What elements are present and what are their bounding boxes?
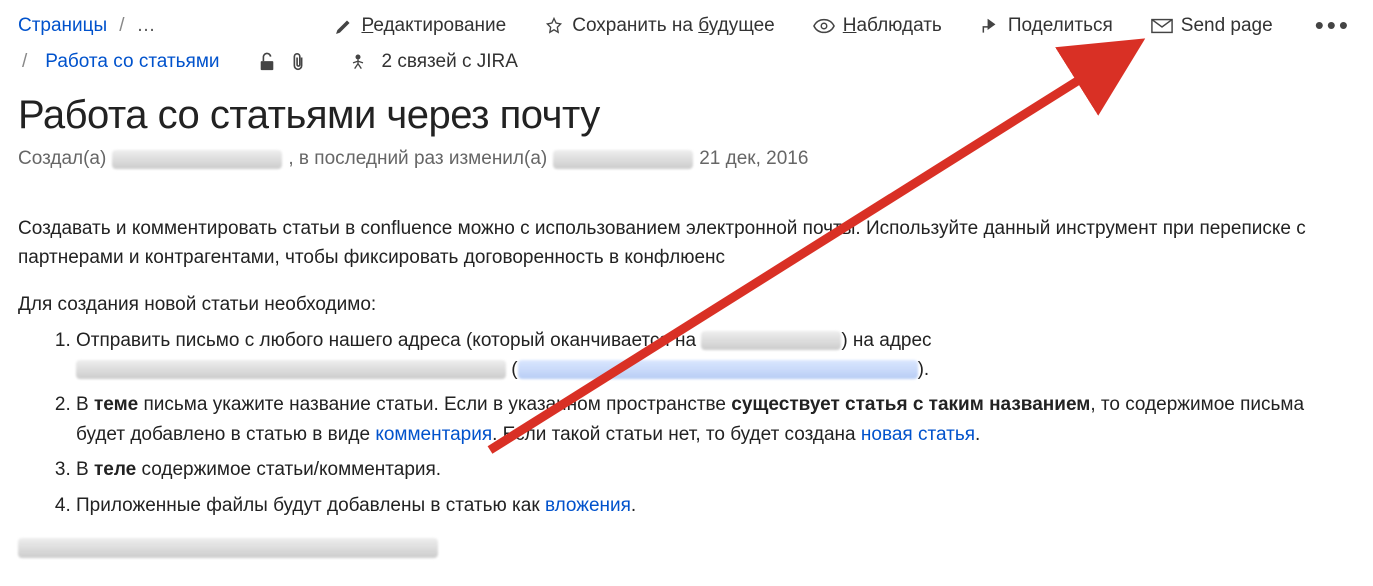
- page-actions: Редактирование Сохранить на будущее Набл…: [335, 10, 1355, 41]
- breadcrumb-sep-2: /: [18, 51, 31, 73]
- send-label: Send page: [1181, 15, 1273, 37]
- byline-created-label: Создал(а): [18, 148, 106, 170]
- breadcrumb-ellipsis[interactable]: …: [136, 15, 155, 37]
- byline-date: 21 дек, 2016: [699, 148, 808, 170]
- watch-button[interactable]: Наблюдать: [813, 15, 942, 37]
- eye-icon: [813, 17, 835, 35]
- intro-paragraph: Создавать и комментировать статьи в conf…: [18, 215, 1355, 272]
- jira-icon: [348, 52, 368, 72]
- edit-label: Редактирование: [361, 15, 506, 37]
- steps-list: Отправить письмо с любого нашего адреса …: [18, 326, 1355, 521]
- list-item: В теле содержимое статьи/комментария.: [76, 455, 1355, 484]
- redacted-domain: [701, 331, 841, 350]
- share-button[interactable]: Поделиться: [980, 15, 1113, 37]
- page-body: Создавать и комментировать статьи в conf…: [0, 172, 1373, 572]
- save-label: Сохранить на будущее: [572, 15, 775, 37]
- breadcrumb-sep: /: [115, 15, 128, 37]
- attachments-link[interactable]: вложения: [545, 495, 631, 516]
- unlock-icon[interactable]: [258, 52, 276, 72]
- list-item: Приложенные файлы будут добавлены в стат…: [76, 491, 1355, 520]
- redacted-email: [76, 360, 506, 379]
- comment-link[interactable]: комментария: [375, 424, 492, 445]
- page-byline: Создал(а) , в последний раз изменил(а) 2…: [0, 146, 1373, 172]
- save-for-later-button[interactable]: Сохранить на будущее: [544, 15, 775, 37]
- envelope-icon: [1151, 18, 1173, 34]
- page-title: Работа со статьями через почту: [0, 79, 1373, 146]
- topbar: Страницы / … Редактирование Сохранить на…: [0, 0, 1373, 43]
- byline-modified-label: , в последний раз изменил(а): [288, 148, 547, 170]
- breadcrumb-row-2: / Работа со статьями 2 связей с JIRA: [0, 43, 1373, 79]
- star-icon: [544, 16, 564, 36]
- breadcrumb-current[interactable]: Работа со статьями: [45, 51, 219, 73]
- pencil-icon: [335, 17, 353, 35]
- share-icon: [980, 17, 1000, 35]
- redacted-email-2: [518, 360, 918, 379]
- new-article-link[interactable]: новая статья: [861, 424, 975, 445]
- jira-links-label[interactable]: 2 связей с JIRA: [382, 51, 518, 73]
- list-item: В теме письма укажите название статьи. Е…: [76, 390, 1355, 449]
- edit-button[interactable]: Редактирование: [335, 15, 506, 37]
- share-label: Поделиться: [1008, 15, 1113, 37]
- watch-label: Наблюдать: [843, 15, 942, 37]
- pre-list-paragraph: Для создания новой статьи необходимо:: [18, 291, 1355, 320]
- redacted-footer: [18, 538, 438, 558]
- redacted-author: [112, 150, 282, 169]
- redacted-modifier: [553, 150, 693, 169]
- breadcrumb-pages[interactable]: Страницы: [18, 15, 107, 37]
- list-item: Отправить письмо с любого нашего адреса …: [76, 326, 1355, 385]
- send-page-button[interactable]: Send page: [1151, 15, 1273, 37]
- more-actions-button[interactable]: •••: [1311, 10, 1355, 41]
- attachment-icon[interactable]: [290, 52, 306, 72]
